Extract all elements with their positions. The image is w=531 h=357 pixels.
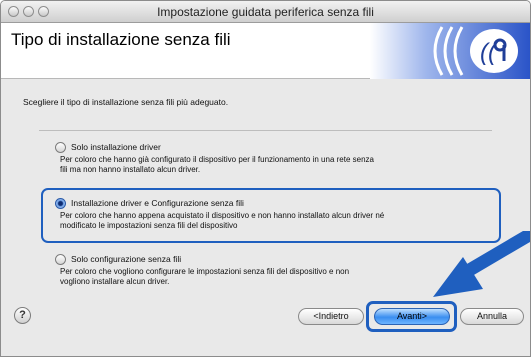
back-button[interactable]: <Indietro bbox=[298, 308, 364, 325]
option-description: Per coloro che hanno già configurato il … bbox=[60, 155, 374, 174]
title-bar: Impostazione guidata periferica senza fi… bbox=[1, 1, 530, 23]
option-description: Per coloro che vogliono configurare le i… bbox=[60, 267, 350, 286]
radio-wireless-only[interactable] bbox=[55, 254, 66, 265]
radio-driver-only[interactable] bbox=[55, 142, 66, 153]
option-label: Solo installazione driver bbox=[71, 142, 161, 152]
separator bbox=[39, 130, 492, 131]
option-label: Installazione driver e Configurazione se… bbox=[71, 198, 244, 208]
help-button[interactable]: ? bbox=[14, 307, 31, 324]
page-title: Tipo di installazione senza fili bbox=[11, 30, 231, 49]
wireless-signal-icon: (( bbox=[370, 23, 530, 79]
window-title: Impostazione guidata periferica senza fi… bbox=[157, 5, 374, 19]
header-panel: Tipo di installazione senza fili (( bbox=[1, 23, 530, 79]
instruction-text: Scegliere il tipo di installazione senza… bbox=[23, 97, 229, 107]
blue-arrow-icon bbox=[433, 231, 530, 297]
option-label: Solo configurazione senza fili bbox=[71, 254, 182, 264]
radio-driver-and-wireless[interactable] bbox=[55, 198, 66, 209]
installer-window: Impostazione guidata periferica senza fi… bbox=[0, 0, 531, 357]
option-description: Per coloro che hanno appena acquistato i… bbox=[60, 211, 385, 230]
